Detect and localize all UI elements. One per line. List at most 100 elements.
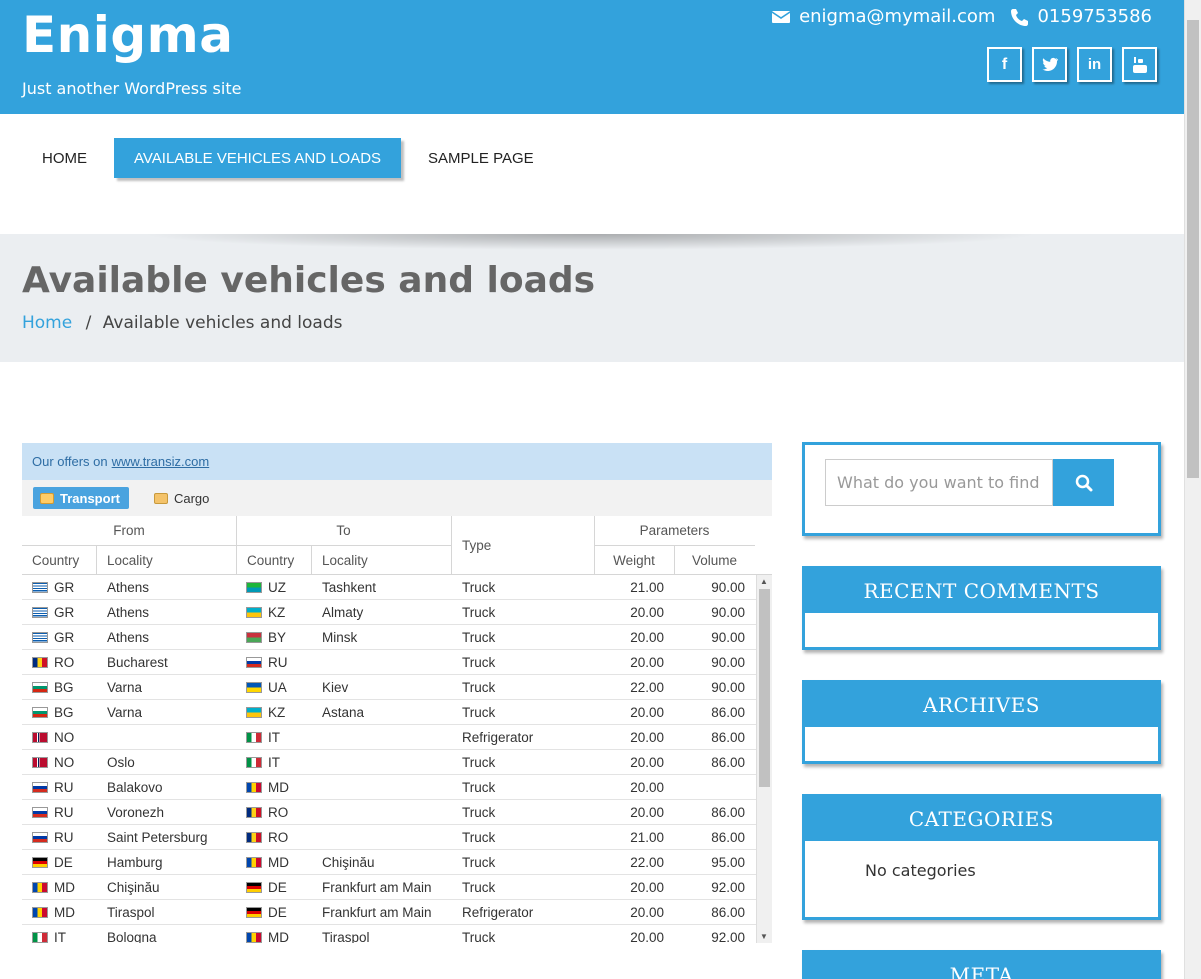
page-scrollbar[interactable] (1184, 0, 1201, 979)
to-country-cell-text: KZ (268, 705, 286, 720)
volume-cell: 90.00 (674, 675, 745, 700)
header-to: To (336, 523, 351, 538)
from-locality-cell: Varna (107, 700, 142, 725)
volume-cell-text: 90.00 (711, 580, 745, 595)
tab-cargo[interactable]: Cargo (147, 487, 218, 509)
from-country-cell-text: DE (54, 855, 73, 870)
weight-cell: 20.00 (594, 875, 664, 900)
table-row[interactable]: MD Chişinău DE Frankfurt am Main Truck 20.00 9… (22, 875, 772, 900)
site-tagline: Just another WordPress site (22, 79, 242, 98)
search-button[interactable] (1053, 459, 1114, 506)
table-row[interactable]: BG Varna KZ Astana Truck 20.00 86.00 (22, 700, 772, 725)
table-row[interactable]: GR Athens KZ Almaty Truck 20.00 90.00 (22, 600, 772, 625)
volume-cell: 86.00 (674, 750, 745, 775)
type-cell-text: Truck (462, 855, 496, 870)
to-country-cell-text: KZ (268, 605, 286, 620)
to-locality-cell: Chişinău (322, 850, 375, 875)
table-row[interactable]: IT Bologna MD Tiraspol Truck 20.00 92.00 (22, 925, 772, 943)
from-locality-cell-text: Chişinău (107, 880, 160, 895)
table-row[interactable]: RU Balakovo MD Truck 20.00 (22, 775, 772, 800)
table-row[interactable]: GR Athens UZ Tashkent Truck 21.00 90.00 (22, 575, 772, 600)
from-locality-cell-text: Bucharest (107, 655, 168, 670)
type-cell: Truck (462, 925, 495, 943)
from-locality-cell-text: Varna (107, 705, 143, 720)
weight-cell: 20.00 (594, 700, 664, 725)
nav-home[interactable]: HOME (22, 138, 107, 178)
to-locality-cell-text: Kiev (322, 680, 349, 695)
type-cell-text: Truck (462, 705, 496, 720)
weight-cell-text: 22.00 (630, 855, 664, 870)
nav-sample-page[interactable]: SAMPLE PAGE (408, 138, 554, 178)
to-country-cell: IT (246, 750, 280, 775)
offers-link[interactable]: www.transiz.com (112, 454, 210, 469)
type-cell-text: Truck (462, 805, 496, 820)
from-country-cell-text: NO (54, 730, 75, 745)
table-row[interactable]: MD Tiraspol DE Frankfurt am Main Refrigerato… (22, 900, 772, 925)
truck-icon (40, 492, 54, 504)
weight-cell-text: 20.00 (630, 630, 664, 645)
flag-icon (32, 882, 48, 893)
facebook-icon[interactable]: f (987, 47, 1022, 82)
offers-text: Our offers on (32, 454, 108, 469)
table-scrollbar[interactable]: ▲ ▼ (756, 575, 772, 943)
volume-cell: 90.00 (674, 625, 745, 650)
type-cell-text: Truck (462, 630, 496, 645)
from-country-cell-text: IT (54, 930, 66, 943)
table-body[interactable]: GR Athens UZ Tashkent Truck 21.00 90.00 GR Athen… (22, 575, 772, 943)
flag-icon (246, 657, 262, 668)
table-row[interactable]: NO IT Refrigerator 20.00 86.00 (22, 725, 772, 750)
weight-cell: 22.00 (594, 675, 664, 700)
from-country-cell: MD (32, 900, 75, 925)
table-row[interactable]: NO Oslo IT Truck 20.00 86.00 (22, 750, 772, 775)
site-title[interactable]: Enigma (22, 6, 234, 64)
categories-widget: CATEGORIES No categories (802, 794, 1161, 920)
table-row[interactable]: GR Athens BY Minsk Truck 20.00 90.00 (22, 625, 772, 650)
from-country-cell-text: BG (54, 680, 74, 695)
flag-icon (246, 682, 262, 693)
weight-cell-text: 20.00 (630, 805, 664, 820)
to-locality-cell: Tashkent (322, 575, 376, 600)
page-scroll-thumb[interactable] (1187, 20, 1199, 478)
to-country-cell-text: MD (268, 855, 289, 870)
nav-available-vehicles-and-loads[interactable]: AVAILABLE VEHICLES AND LOADS (114, 138, 402, 178)
weight-cell: 21.00 (594, 825, 664, 850)
volume-cell-text: 86.00 (711, 755, 745, 770)
from-country-cell: RU (32, 775, 74, 800)
to-country-cell-text: BY (268, 630, 287, 645)
scroll-thumb[interactable] (759, 589, 770, 787)
from-locality-cell: Tiraspol (107, 900, 155, 925)
weight-cell-text: 20.00 (630, 605, 664, 620)
scroll-down-arrow[interactable]: ▼ (760, 932, 768, 941)
contact-email[interactable]: enigma@mymail.com (799, 6, 995, 27)
from-locality-cell: Bucharest (107, 650, 168, 675)
weight-cell: 20.00 (594, 800, 664, 825)
to-country-cell-text: RO (268, 805, 289, 820)
to-country-cell-text: DE (268, 905, 287, 920)
tab-transport[interactable]: Transport (33, 487, 129, 509)
to-country-cell: DE (246, 875, 287, 900)
table-row[interactable]: RO Bucharest RU Truck 20.00 90.00 (22, 650, 772, 675)
header-type: Type (462, 538, 492, 553)
table-row[interactable]: RU Saint Petersburg RO Truck 21.00 86.00 (22, 825, 772, 850)
table-row[interactable]: DE Hamburg MD Chişinău Truck 22.00 95.00 (22, 850, 772, 875)
youtube-icon[interactable] (1122, 47, 1157, 82)
table-row[interactable]: RU Voronezh RO Truck 20.00 86.00 (22, 800, 772, 825)
scroll-up-arrow[interactable]: ▲ (760, 577, 768, 586)
breadcrumb-home-link[interactable]: Home (22, 313, 72, 333)
type-cell-text: Truck (462, 655, 496, 670)
weight-cell: 20.00 (594, 900, 664, 925)
weight-cell: 20.00 (594, 600, 664, 625)
search-input[interactable]: What do you want to find (825, 459, 1053, 506)
linkedin-icon[interactable]: in (1077, 47, 1112, 82)
from-country-cell: RO (32, 650, 74, 675)
from-country-cell-text: MD (54, 905, 75, 920)
contact-phone[interactable]: 0159753586 (1037, 6, 1152, 27)
to-country-cell-text: UA (268, 680, 287, 695)
header-divider (451, 516, 452, 575)
from-locality-cell: Athens (107, 625, 149, 650)
type-cell-text: Truck (462, 605, 496, 620)
table-row[interactable]: BG Varna UA Kiev Truck 22.00 90.00 (22, 675, 772, 700)
from-country-cell-text: RU (54, 805, 74, 820)
twitter-icon[interactable] (1032, 47, 1067, 82)
to-locality-cell: Frankfurt am Main (322, 875, 432, 900)
